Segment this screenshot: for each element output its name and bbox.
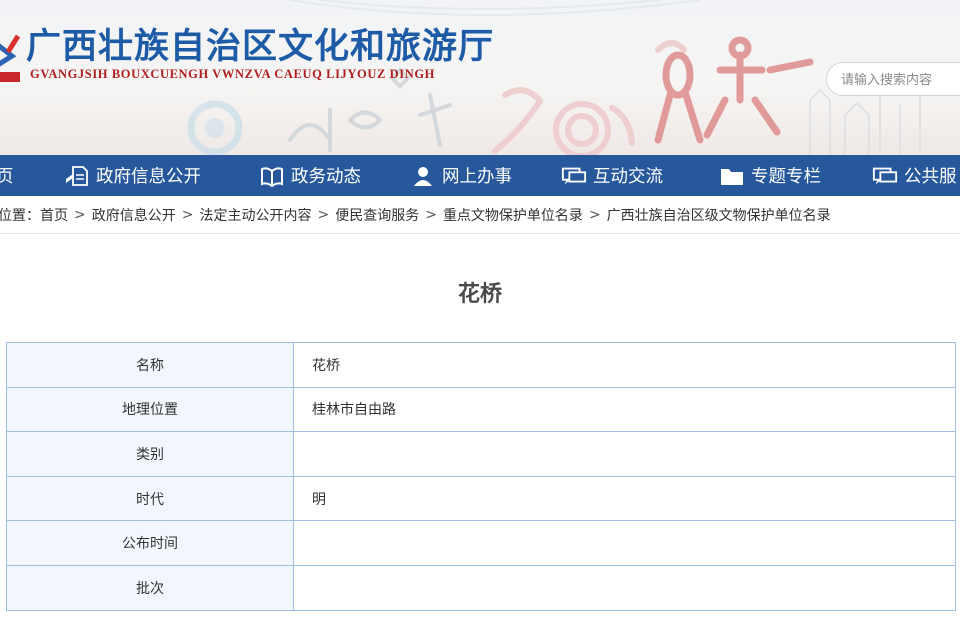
row-value xyxy=(293,431,956,477)
row-value xyxy=(293,520,956,566)
nav-item-gov-news[interactable]: 政务动态 xyxy=(259,155,361,196)
table-row: 类别 xyxy=(6,431,956,477)
table-row: 公布时间 xyxy=(6,520,956,566)
breadcrumb-link-regional-list[interactable]: 广西壮族自治区级文物保护单位名录 xyxy=(607,205,831,225)
breadcrumb-link-statutory[interactable]: 法定主动公开内容 xyxy=(199,205,311,225)
chat-icon xyxy=(561,165,587,187)
breadcrumb: 位置： 首页 > 政府信息公开 > 法定主动公开内容 > 便民查询服务 > 重点… xyxy=(0,196,960,234)
search-input[interactable] xyxy=(826,62,960,96)
document-icon xyxy=(64,165,90,187)
breadcrumb-separator: > xyxy=(181,206,194,223)
main-nav: 页 政府信息公开 政务动态 网上办事 互动交流 专题专栏 公共服 xyxy=(0,155,960,196)
nav-item-interaction[interactable]: 互动交流 xyxy=(561,155,663,196)
site-header: 广西壮族自治区文化和旅游厅 GVANGJSIH BOUXCUENGH VWNZV… xyxy=(0,0,960,155)
row-value: 花桥 xyxy=(293,342,956,388)
user-icon xyxy=(410,165,436,187)
table-row: 名称 花桥 xyxy=(6,342,956,388)
nav-item-label: 专题专栏 xyxy=(751,167,821,187)
nav-item-label: 互动交流 xyxy=(593,167,663,187)
row-value: 明 xyxy=(293,475,956,522)
table-row: 时代 明 xyxy=(6,475,956,522)
breadcrumb-link-convenience[interactable]: 便民查询服务 xyxy=(335,205,419,225)
nav-item-label: 网上办事 xyxy=(442,167,512,187)
chat-icon xyxy=(872,165,898,187)
breadcrumb-link-home[interactable]: 首页 xyxy=(40,205,68,225)
nav-item-home[interactable]: 页 xyxy=(0,155,14,196)
logo-icon xyxy=(0,34,21,82)
nav-item-online-service[interactable]: 网上办事 xyxy=(410,155,512,196)
row-label: 名称 xyxy=(6,342,294,388)
row-label: 地理位置 xyxy=(6,386,294,433)
breadcrumb-separator: > xyxy=(588,206,601,223)
row-label: 类别 xyxy=(6,431,294,477)
breadcrumb-link-heritage-list[interactable]: 重点文物保护单位名录 xyxy=(443,205,583,225)
table-row: 批次 xyxy=(6,564,956,611)
row-value: 桂林市自由路 xyxy=(293,386,956,433)
site-subtitle: GVANGJSIH BOUXCUENGH VWNZVA CAEUQ LIJYOU… xyxy=(30,67,436,81)
nav-item-label: 政务动态 xyxy=(291,167,361,187)
breadcrumb-separator: > xyxy=(317,206,330,223)
breadcrumb-separator: > xyxy=(74,206,86,223)
nav-item-public-service[interactable]: 公共服 xyxy=(872,155,957,196)
row-label: 时代 xyxy=(6,475,294,522)
info-table: 名称 花桥 地理位置 桂林市自由路 类别 时代 明 公布时间 批次 xyxy=(6,342,956,611)
breadcrumb-prefix: 位置： xyxy=(0,207,40,224)
row-value xyxy=(293,564,956,611)
book-icon xyxy=(259,165,285,187)
nav-item-special-topics[interactable]: 专题专栏 xyxy=(719,155,821,196)
breadcrumb-link-gov-info[interactable]: 政府信息公开 xyxy=(92,205,176,225)
page-title: 花桥 xyxy=(457,282,502,307)
table-row: 地理位置 桂林市自由路 xyxy=(6,386,956,433)
nav-item-label: 政府信息公开 xyxy=(96,167,201,187)
row-label: 批次 xyxy=(6,564,294,611)
row-label: 公布时间 xyxy=(6,520,294,566)
nav-item-label: 公共服 xyxy=(904,167,957,187)
nav-item-gov-info[interactable]: 政府信息公开 xyxy=(64,155,201,196)
folder-icon xyxy=(719,165,745,187)
site-title: 广西壮族自治区文化和旅游厅 xyxy=(26,26,495,67)
nav-item-label: 页 xyxy=(0,167,14,187)
breadcrumb-separator: > xyxy=(425,206,437,223)
